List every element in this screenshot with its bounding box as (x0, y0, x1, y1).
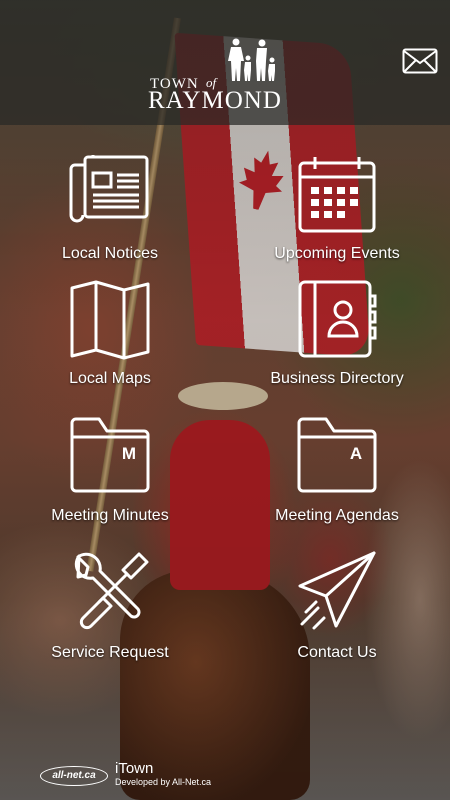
tile-label: Upcoming Events (274, 245, 400, 262)
tile-label: Meeting Agendas (275, 507, 399, 524)
tile-meeting-agendas[interactable]: A Meeting Agendas (242, 413, 432, 543)
tile-label: Contact Us (297, 644, 377, 661)
mail-icon[interactable] (402, 48, 438, 76)
tile-label: Business Directory (270, 370, 404, 387)
all-net-badge[interactable]: all-net.ca (40, 766, 108, 786)
map-icon (70, 280, 150, 360)
tile-local-maps[interactable]: Local Maps (15, 280, 205, 410)
tile-meeting-minutes[interactable]: M Meeting Minutes (15, 413, 205, 543)
itown-brand: iTown (115, 760, 154, 777)
tile-label: Service Request (51, 644, 169, 661)
logo-name-text: RAYMOND (148, 87, 282, 114)
header-bar: TOWN of RAYMOND (0, 0, 450, 125)
town-logo: TOWN of RAYMOND (148, 38, 298, 118)
calendar-icon (298, 157, 376, 233)
folder-letter: A (350, 444, 362, 463)
contact-book-icon (298, 280, 377, 358)
tile-contact-us[interactable]: Contact Us (242, 550, 432, 680)
folder-a-icon: A (297, 417, 377, 493)
tile-business-directory[interactable]: Business Directory (242, 280, 432, 410)
tile-label: Meeting Minutes (51, 507, 169, 524)
folder-letter: M (122, 444, 136, 463)
newspaper-icon (69, 155, 149, 223)
developer-credit: Developed by All-Net.ca (115, 777, 212, 787)
tile-label: Local Notices (61, 245, 159, 262)
paper-plane-icon (298, 551, 376, 630)
family-icon (228, 38, 275, 81)
folder-m-icon: M (70, 417, 150, 493)
tile-local-notices[interactable]: Local Notices (15, 155, 205, 285)
tile-service-request[interactable]: Service Request (15, 550, 205, 680)
tile-label: Local Maps (69, 370, 151, 387)
tile-upcoming-events[interactable]: Upcoming Events (242, 155, 432, 285)
wrench-screwdriver-icon (74, 552, 149, 630)
footer: all-net.ca iTown Developed by All-Net.ca (0, 752, 450, 800)
